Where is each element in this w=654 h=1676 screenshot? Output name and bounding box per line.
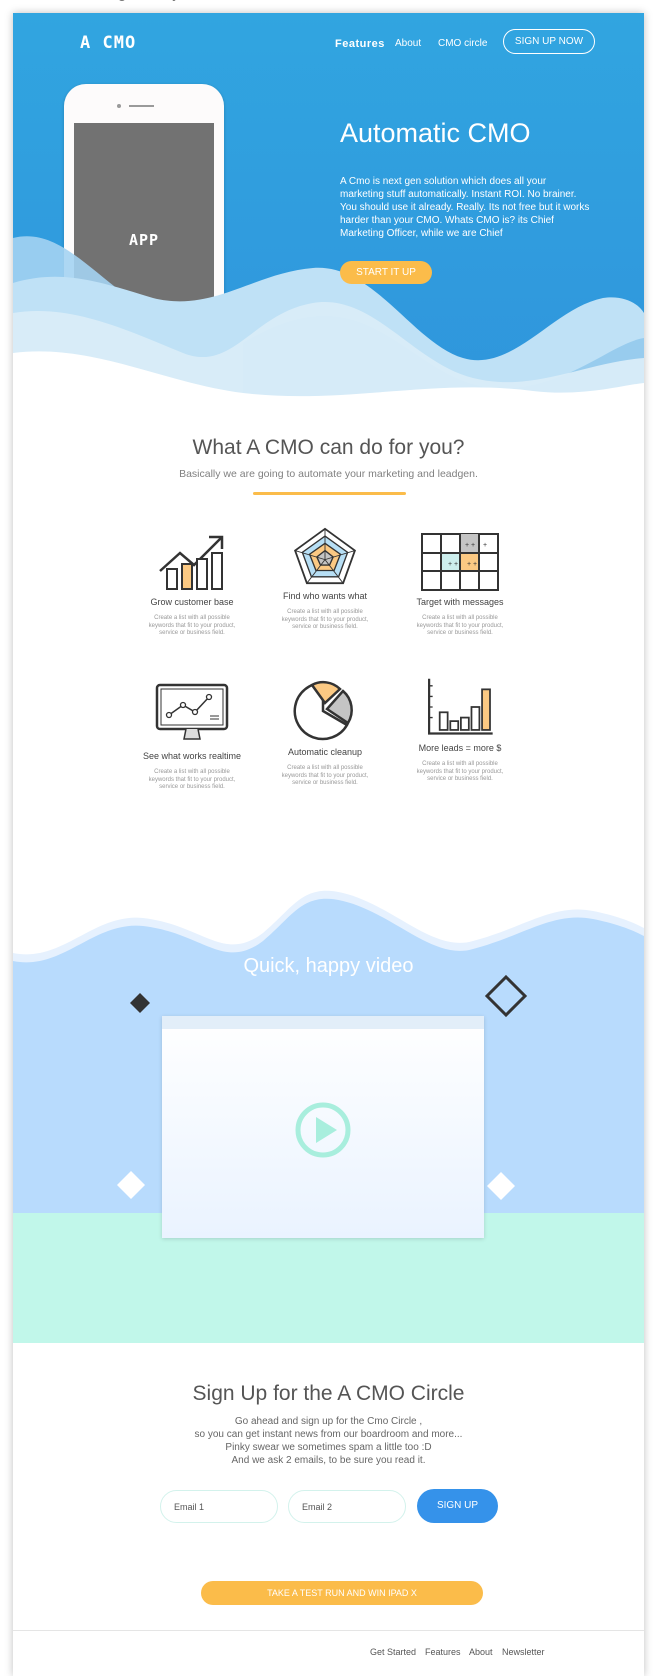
signup-line: And we ask 2 emails, to be sure you read… — [231, 1455, 426, 1466]
logo[interactable]: A CMO — [80, 33, 136, 53]
features-subtitle: Basically we are going to automate your … — [179, 468, 478, 480]
video-player[interactable] — [162, 1016, 484, 1238]
feature-desc: Create a list with all possible keywords… — [416, 761, 504, 782]
feature-item: More leads = more $ Create a list with a… — [395, 678, 525, 784]
hero-section: APP A CMO Features About CMO circle SIGN… — [13, 13, 644, 408]
signup-line: Go ahead and sign up for the Cmo Circle … — [234, 1416, 423, 1427]
feature-item: Find who wants what Create a list with a… — [260, 527, 390, 632]
growth-chart-icon — [159, 535, 224, 590]
radar-chart-icon — [294, 527, 356, 585]
feature-desc: Create a list with all possible keywords… — [281, 609, 369, 630]
pie-chart-icon — [293, 680, 353, 741]
features-title: What A CMO can do for you? — [192, 436, 465, 459]
svg-text:+: + — [483, 542, 487, 549]
monitor-chart-icon — [155, 683, 229, 740]
feature-title: Grow customer base — [150, 597, 234, 607]
email-2-field[interactable] — [288, 1490, 406, 1523]
bar-chart-icon — [428, 678, 493, 735]
target-grid-icon: + + + + + + + — [421, 533, 499, 591]
feature-desc: Create a list with all possible keywords… — [281, 765, 369, 786]
features-underline — [253, 492, 406, 495]
email-1-field[interactable] — [160, 1490, 278, 1523]
feature-desc: Create a list with all possible keywords… — [416, 615, 504, 636]
stray-header-text: g about you ... — [118, 0, 358, 6]
feature-desc: Create a list with all possible keywords… — [148, 615, 236, 636]
signup-line: so you can get instant news from our boa… — [194, 1429, 463, 1440]
landing-page: APP A CMO Features About CMO circle SIGN… — [13, 13, 644, 1676]
signup-now-button[interactable]: SIGN UP NOW — [503, 29, 595, 54]
feature-title: See what works realtime — [142, 751, 242, 761]
feature-title: Automatic cleanup — [287, 747, 363, 757]
feature-title: More leads = more $ — [418, 743, 502, 753]
feature-title: Find who wants what — [282, 591, 368, 601]
video-player-bar — [162, 1016, 484, 1029]
signup-text: Go ahead and sign up for the Cmo Circle … — [13, 1415, 644, 1467]
nav-features-link[interactable]: Features — [335, 38, 385, 50]
test-run-button[interactable]: TAKE A TEST RUN AND WIN IPAD X — [201, 1581, 483, 1605]
footer-divider — [13, 1630, 644, 1631]
video-title: Quick, happy video — [243, 955, 414, 977]
start-it-up-button[interactable]: START IT UP — [340, 261, 432, 284]
feature-item: Automatic cleanup Create a list with all… — [260, 680, 390, 788]
signup-submit-button[interactable]: SIGN UP — [417, 1489, 498, 1523]
footer-link-get-started[interactable]: Get Started — [370, 1647, 416, 1657]
hero-title: Automatic CMO — [340, 118, 531, 148]
play-icon[interactable] — [295, 1102, 351, 1158]
feature-desc: Create a list with all possible keywords… — [148, 769, 236, 790]
feature-item: + + + + + + + Target with messages Creat… — [395, 533, 525, 638]
feature-title: Target with messages — [416, 597, 504, 607]
svg-text:+ +: + + — [465, 542, 475, 549]
hero-description: A Cmo is next gen solution which does al… — [340, 176, 590, 239]
signup-title: Sign Up for the A CMO Circle — [192, 1382, 465, 1405]
nav-cmo-circle-link[interactable]: CMO circle — [438, 38, 487, 49]
footer-link-features[interactable]: Features — [425, 1647, 461, 1657]
feature-item: Grow customer base Create a list with al… — [127, 533, 257, 638]
signup-line: Pinky swear we sometimes spam a little t… — [225, 1442, 432, 1453]
feature-item: See what works realtime Create a list wi… — [127, 683, 257, 792]
footer-link-newsletter[interactable]: Newsletter — [502, 1647, 545, 1657]
footer-link-about[interactable]: About — [469, 1647, 493, 1657]
nav-about-link[interactable]: About — [395, 38, 421, 49]
svg-text:+ +: + + — [467, 561, 477, 568]
svg-text:+ +: + + — [448, 561, 458, 568]
